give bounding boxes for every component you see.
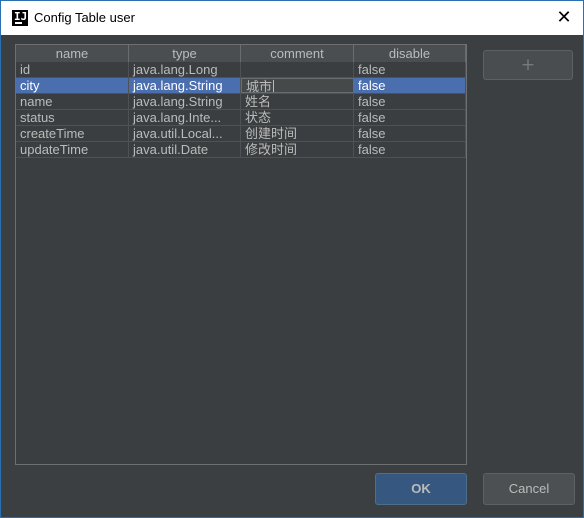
ok-button[interactable]: OK: [375, 473, 467, 505]
cell-comment[interactable]: 创建时间: [241, 126, 354, 141]
cell-name[interactable]: createTime: [16, 126, 129, 141]
cell-name[interactable]: updateTime: [16, 142, 129, 157]
cell-type[interactable]: java.lang.String: [129, 94, 241, 109]
table-header: name type comment disable: [16, 45, 466, 62]
table-row[interactable]: createTime java.util.Local... 创建时间 false: [16, 126, 466, 142]
table-body: id java.lang.Long false city java.lang.S…: [16, 62, 466, 158]
cell-type[interactable]: java.util.Date: [129, 142, 241, 157]
cell-comment[interactable]: 姓名: [241, 94, 354, 109]
cell-name[interactable]: city: [16, 78, 129, 93]
cell-disable[interactable]: false: [354, 110, 466, 125]
cell-disable[interactable]: false: [354, 78, 466, 93]
comment-edit-text: 城市: [246, 79, 273, 93]
cell-name[interactable]: status: [16, 110, 129, 125]
column-header-type[interactable]: type: [129, 45, 241, 62]
cell-disable[interactable]: false: [354, 62, 466, 77]
table-row[interactable]: id java.lang.Long false: [16, 62, 466, 78]
cancel-button[interactable]: Cancel: [483, 473, 575, 505]
close-icon[interactable]: ✕: [551, 5, 577, 31]
comment-edit-field[interactable]: 城市: [241, 78, 354, 93]
cell-type[interactable]: java.lang.String: [129, 78, 241, 93]
column-header-comment[interactable]: comment: [241, 45, 354, 62]
table-row[interactable]: status java.lang.Inte... 状态 false: [16, 110, 466, 126]
cell-comment[interactable]: 状态: [241, 110, 354, 125]
cell-type[interactable]: java.lang.Inte...: [129, 110, 241, 125]
table-row-selected[interactable]: city java.lang.String 城市 false: [16, 78, 466, 94]
cell-disable[interactable]: false: [354, 94, 466, 109]
cell-disable[interactable]: false: [354, 142, 466, 157]
intellij-icon: IJ: [12, 10, 28, 26]
config-table-dialog: IJ Config Table user ✕ name type comment…: [0, 0, 584, 518]
cell-comment[interactable]: [241, 62, 354, 77]
config-table: name type comment disable id java.lang.L…: [15, 44, 467, 465]
cell-name[interactable]: name: [16, 94, 129, 109]
text-cursor: [273, 80, 275, 92]
title-bar: IJ Config Table user ✕: [1, 1, 583, 35]
cell-type[interactable]: java.lang.Long: [129, 62, 241, 77]
column-header-disable[interactable]: disable: [354, 45, 466, 62]
table-row[interactable]: name java.lang.String 姓名 false: [16, 94, 466, 110]
window-title: Config Table user: [34, 10, 135, 25]
cell-disable[interactable]: false: [354, 126, 466, 141]
cell-name[interactable]: id: [16, 62, 129, 77]
column-header-name[interactable]: name: [16, 45, 129, 62]
table-row[interactable]: updateTime java.util.Date 修改时间 false: [16, 142, 466, 158]
cell-type[interactable]: java.util.Local...: [129, 126, 241, 141]
cell-comment[interactable]: 修改时间: [241, 142, 354, 157]
add-row-button[interactable]: +: [483, 50, 573, 80]
